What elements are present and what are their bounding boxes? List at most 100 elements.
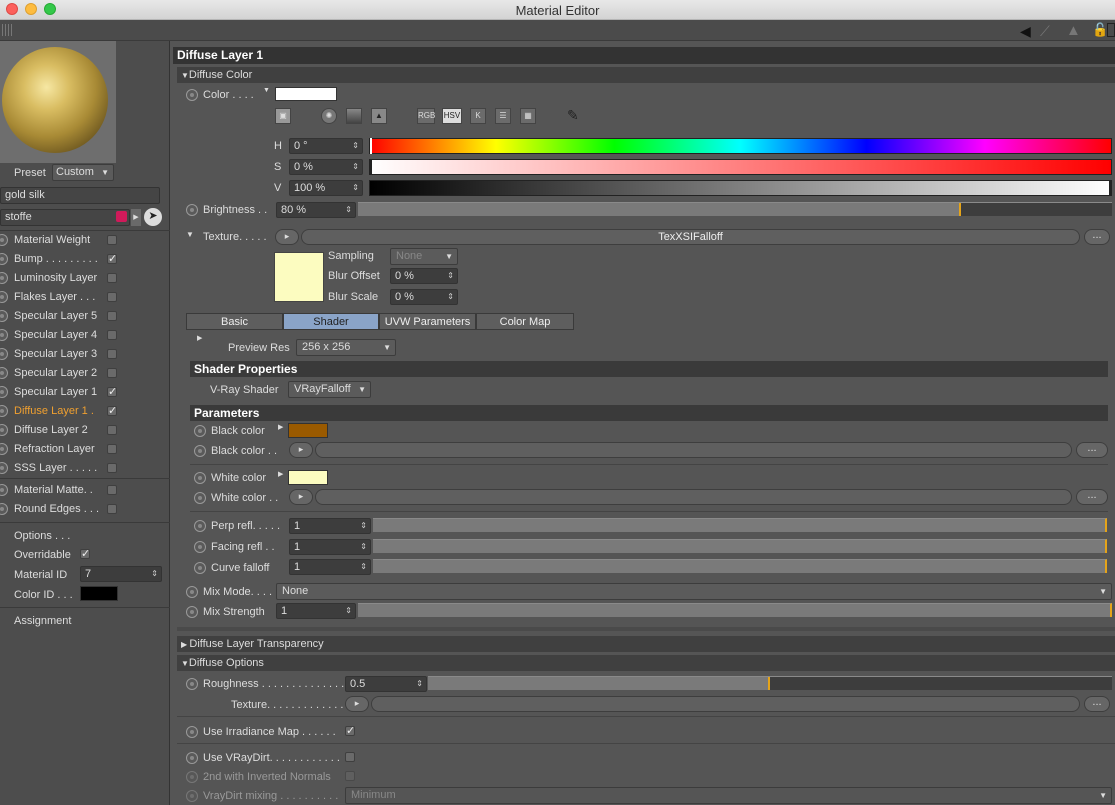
facing-refl-field[interactable]: 1 — [289, 539, 371, 555]
inverted-normals-anim-radio[interactable] — [186, 771, 198, 783]
texture2-slot[interactable] — [371, 696, 1080, 712]
inverted-normals-checkbox[interactable] — [345, 771, 355, 781]
channel-item[interactable]: Specular Layer 2 — [0, 364, 170, 383]
section-diffuse-color[interactable]: ▼Diffuse Color — [177, 67, 1115, 83]
texture-slot[interactable]: TexXSIFalloff — [301, 229, 1080, 245]
mixer-icon[interactable]: ☰ — [495, 108, 511, 124]
mix-strength-field[interactable]: 1 — [276, 603, 356, 619]
texture-menu-button[interactable]: ▸ — [275, 229, 299, 245]
channel-item[interactable]: Specular Layer 4 — [0, 326, 170, 345]
irradiance-anim-radio[interactable] — [186, 726, 198, 738]
channel-radio[interactable] — [0, 503, 8, 515]
channel-item[interactable]: Material Weight — [0, 231, 170, 250]
black-color-swatch[interactable] — [288, 423, 328, 438]
brightness-slider[interactable] — [358, 202, 1112, 216]
sampling-dropdown[interactable]: None — [390, 248, 458, 265]
channel-radio[interactable] — [0, 462, 8, 474]
channel-radio[interactable] — [0, 424, 8, 436]
curve-falloff-field[interactable]: 1 — [289, 559, 371, 575]
channel-radio[interactable] — [0, 443, 8, 455]
channel-radio[interactable] — [0, 272, 8, 284]
texture-collapse-icon[interactable]: ▼ — [186, 230, 194, 239]
channel-checkbox[interactable]: ✓ — [107, 387, 117, 398]
grip-handle-icon[interactable] — [2, 24, 12, 36]
vraydirt-mixing-anim-radio[interactable] — [186, 790, 198, 802]
white-color-anim-radio[interactable] — [194, 472, 206, 484]
spectrum-icon[interactable] — [346, 108, 362, 124]
channel-radio[interactable] — [0, 405, 8, 417]
channel-checkbox[interactable] — [107, 311, 117, 321]
lock-icon[interactable]: 🔓 — [1092, 22, 1108, 38]
s-field[interactable]: 0 % — [289, 159, 363, 175]
channel-item[interactable]: Flakes Layer . . . — [0, 288, 170, 307]
mix-strength-slider[interactable] — [358, 603, 1112, 617]
channel-radio[interactable] — [0, 310, 8, 322]
texture-more-button[interactable]: ... — [1084, 229, 1110, 245]
brightness-field[interactable]: 80 % — [276, 202, 356, 218]
expand-arrow-icon[interactable]: ▶ — [131, 209, 141, 226]
blur-scale-field[interactable]: 0 % — [390, 289, 458, 305]
channel-item[interactable]: SSS Layer . . . . . — [0, 459, 170, 478]
section-diffuse-options[interactable]: ▼Diffuse Options — [177, 655, 1115, 671]
curve-anim-radio[interactable] — [194, 562, 206, 574]
hue-slider[interactable] — [369, 138, 1112, 154]
perp-refl-slider[interactable] — [373, 518, 1107, 532]
channel-item[interactable]: Specular Layer 3 — [0, 345, 170, 364]
channel-checkbox[interactable] — [107, 235, 117, 245]
channel-checkbox[interactable] — [107, 504, 117, 514]
facing-refl-slider[interactable] — [373, 539, 1107, 553]
perp-refl-field[interactable]: 1 — [289, 518, 371, 534]
black-color-texture-slot[interactable] — [315, 442, 1072, 458]
texture2-more-button[interactable]: ... — [1084, 696, 1110, 712]
channel-radio[interactable] — [0, 329, 8, 341]
vray-shader-dropdown[interactable]: VRayFalloff — [288, 381, 371, 398]
color-anim-radio[interactable] — [186, 89, 198, 101]
swatches-icon[interactable]: ▦ — [520, 108, 536, 124]
layer-name-field[interactable]: stoffe — [0, 209, 130, 226]
channel-checkbox[interactable] — [107, 349, 117, 359]
channel-radio[interactable] — [0, 348, 8, 360]
roughness-slider[interactable] — [428, 676, 1112, 690]
curve-falloff-slider[interactable] — [373, 559, 1107, 573]
vraydirt-anim-radio[interactable] — [186, 752, 198, 764]
tab-shader[interactable]: Shader — [283, 313, 379, 330]
black-color-tex-menu-button[interactable]: ▸ — [289, 442, 313, 458]
mix-mode-anim-radio[interactable] — [186, 586, 198, 598]
channel-checkbox[interactable]: ✓ — [107, 254, 117, 265]
color-expand-icon[interactable]: ▼ — [263, 87, 270, 94]
image-icon[interactable]: ▲ — [371, 108, 387, 124]
channel-radio[interactable] — [0, 367, 8, 379]
white-color-expand-icon[interactable]: ▶ — [278, 470, 283, 478]
roughness-anim-radio[interactable] — [186, 678, 198, 690]
saturation-slider[interactable] — [369, 159, 1112, 175]
channel-checkbox[interactable] — [107, 444, 117, 454]
black-color-more-button[interactable]: ... — [1076, 442, 1108, 458]
white-color-texture-slot[interactable] — [315, 489, 1072, 505]
black-color-anim-radio[interactable] — [194, 425, 206, 437]
channel-radio[interactable] — [0, 291, 8, 303]
black-color-expand-icon[interactable]: ▶ — [278, 423, 283, 431]
channel-item[interactable]: Round Edges . . . — [0, 500, 170, 519]
material-preview[interactable] — [0, 41, 116, 163]
channel-radio[interactable] — [0, 253, 8, 265]
section-diffuse-transparency[interactable]: ▶ Diffuse Layer Transparency — [177, 636, 1115, 652]
channel-radio[interactable] — [0, 386, 8, 398]
preset-dropdown[interactable]: Custom — [52, 164, 114, 181]
channel-item[interactable]: Luminosity Layer — [0, 269, 170, 288]
rgb-mode-button[interactable]: RGB — [417, 108, 435, 124]
roughness-field[interactable]: 0.5 — [345, 676, 427, 692]
channel-item[interactable]: Diffuse Layer 2 — [0, 421, 170, 440]
channel-checkbox[interactable] — [107, 425, 117, 435]
white-color-tex-anim-radio[interactable] — [194, 492, 206, 504]
eyedropper-icon[interactable]: ✎ — [567, 107, 579, 124]
channel-checkbox[interactable] — [107, 463, 117, 473]
mix-mode-dropdown[interactable]: None — [276, 583, 1112, 600]
material-name-field[interactable]: gold silk — [0, 187, 160, 204]
channel-item[interactable]: Specular Layer 5 — [0, 307, 170, 326]
color-id-swatch[interactable] — [80, 586, 118, 601]
channel-checkbox[interactable] — [107, 485, 117, 495]
pointer-icon[interactable]: ➤ — [144, 208, 162, 226]
channel-checkbox[interactable] — [107, 330, 117, 340]
channel-item[interactable]: Bump . . . . . . . . . ✓ — [0, 250, 170, 269]
color-swatch[interactable] — [275, 87, 337, 101]
